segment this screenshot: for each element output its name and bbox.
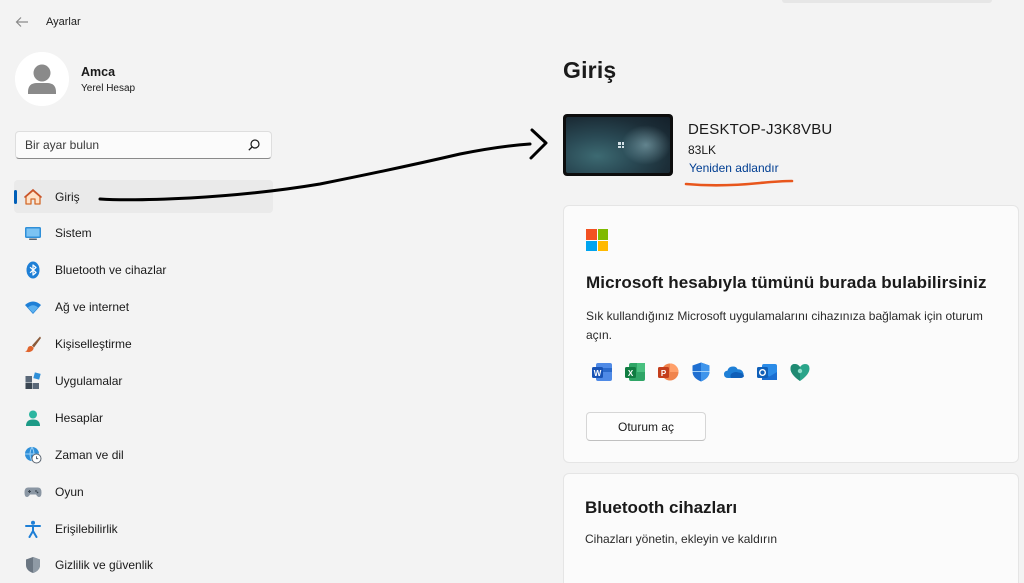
microsoft-logo-icon [586, 229, 608, 251]
avatar [15, 52, 69, 106]
card-title: Bluetooth cihazları [585, 498, 738, 517]
sidebar-item-label: Kişiselleştirme [55, 337, 132, 352]
sign-in-button[interactable]: Oturum aç [586, 412, 706, 441]
device-thumbnail [563, 114, 673, 176]
bluetooth-devices-card[interactable]: Bluetooth cihazları Cihazları yönetin, e… [563, 473, 1019, 583]
card-title: Microsoft hesabıyla tümünü burada bulabi… [586, 273, 987, 292]
bluetooth-icon [26, 261, 40, 279]
excel-icon: X [624, 361, 646, 383]
back-button[interactable] [10, 11, 34, 33]
person-icon [26, 410, 40, 426]
sidebar-item-system[interactable]: Sistem [14, 217, 273, 250]
title-bar: Ayarlar [0, 0, 1024, 44]
sidebar-item-label: Hesaplar [55, 410, 104, 425]
svg-text:P: P [661, 369, 667, 378]
device-name: DESKTOP-J3K8VBU [688, 121, 833, 138]
sidebar-item-apps[interactable]: Uygulamalar [14, 364, 273, 397]
profile-name: Amca [81, 64, 116, 79]
settings-search[interactable] [15, 131, 272, 159]
onedrive-icon [723, 361, 745, 383]
account-type: Yerel Hesap [81, 82, 136, 94]
monitor-icon [25, 227, 41, 241]
card-description: Sık kullandığınız Microsoft uygulamaları… [586, 309, 983, 342]
sidebar-item-label: Bluetooth ve cihazlar [55, 263, 167, 278]
sidebar-item-home[interactable]: Giriş [14, 180, 273, 213]
sidebar-item-label: Uygulamalar [55, 373, 123, 388]
sidebar-item-accounts[interactable]: Hesaplar [14, 401, 273, 434]
person-avatar-icon [15, 52, 69, 106]
family-safety-icon [789, 361, 811, 383]
outlook-icon [756, 361, 778, 383]
defender-icon [690, 361, 712, 383]
sidebar-item-label: Gizlilik ve güvenlik [55, 558, 154, 573]
search-input[interactable] [16, 138, 236, 152]
annotation-underline [684, 179, 794, 187]
sidebar-nav: Giriş Sistem Bluetooth ve cihazlar Ağ ve… [14, 180, 273, 583]
sidebar-item-accessibility[interactable]: Erişilebilirlik [14, 512, 273, 545]
globe-clock-icon [25, 446, 42, 464]
sidebar-item-network[interactable]: Ağ ve internet [14, 291, 273, 324]
user-profile[interactable]: Amca Yerel Hesap [15, 52, 135, 106]
svg-text:W: W [594, 369, 602, 378]
sidebar-item-label: Ağ ve internet [55, 300, 130, 315]
sidebar-item-time-language[interactable]: Zaman ve dil [14, 438, 273, 471]
rename-device-link[interactable]: Yeniden adlandır [689, 161, 779, 175]
card-description: Cihazları yönetin, ekleyin ve kaldırın [585, 532, 778, 546]
apps-icon [25, 372, 41, 389]
gamepad-icon [24, 487, 42, 497]
search-icon[interactable] [247, 138, 261, 152]
shield-icon [26, 557, 40, 574]
sidebar-item-gaming[interactable]: Oyun [14, 475, 273, 508]
sidebar-item-label: Sistem [55, 226, 92, 241]
accessibility-icon [25, 520, 41, 538]
top-edge-decoration [782, 0, 992, 3]
window-title: Ayarlar [46, 16, 81, 28]
sidebar-item-label: Zaman ve dil [55, 447, 124, 462]
wifi-icon [25, 301, 41, 315]
powerpoint-icon: P [657, 361, 679, 383]
sidebar-item-label: Giriş [55, 189, 80, 204]
windows-logo-icon [618, 142, 624, 148]
app-icon-row: W X P [591, 361, 822, 383]
page-title: Giriş [563, 57, 617, 83]
annotation-arrow-head [529, 128, 548, 160]
sidebar-item-label: Oyun [55, 484, 84, 499]
sidebar-item-personalization[interactable]: Kişiselleştirme [14, 328, 273, 361]
microsoft-account-card: Microsoft hesabıyla tümünü burada bulabi… [563, 205, 1019, 463]
sidebar-item-privacy-security[interactable]: Gizlilik ve güvenlik [14, 549, 273, 582]
sidebar-item-bluetooth[interactable]: Bluetooth ve cihazlar [14, 254, 273, 287]
brush-icon [25, 336, 41, 353]
device-model: 83LK [688, 143, 717, 157]
sidebar-item-label: Erişilebilirlik [55, 521, 118, 536]
word-icon: W [591, 361, 613, 383]
svg-text:X: X [628, 369, 634, 378]
home-icon [24, 188, 42, 205]
arrow-left-icon [15, 17, 28, 27]
